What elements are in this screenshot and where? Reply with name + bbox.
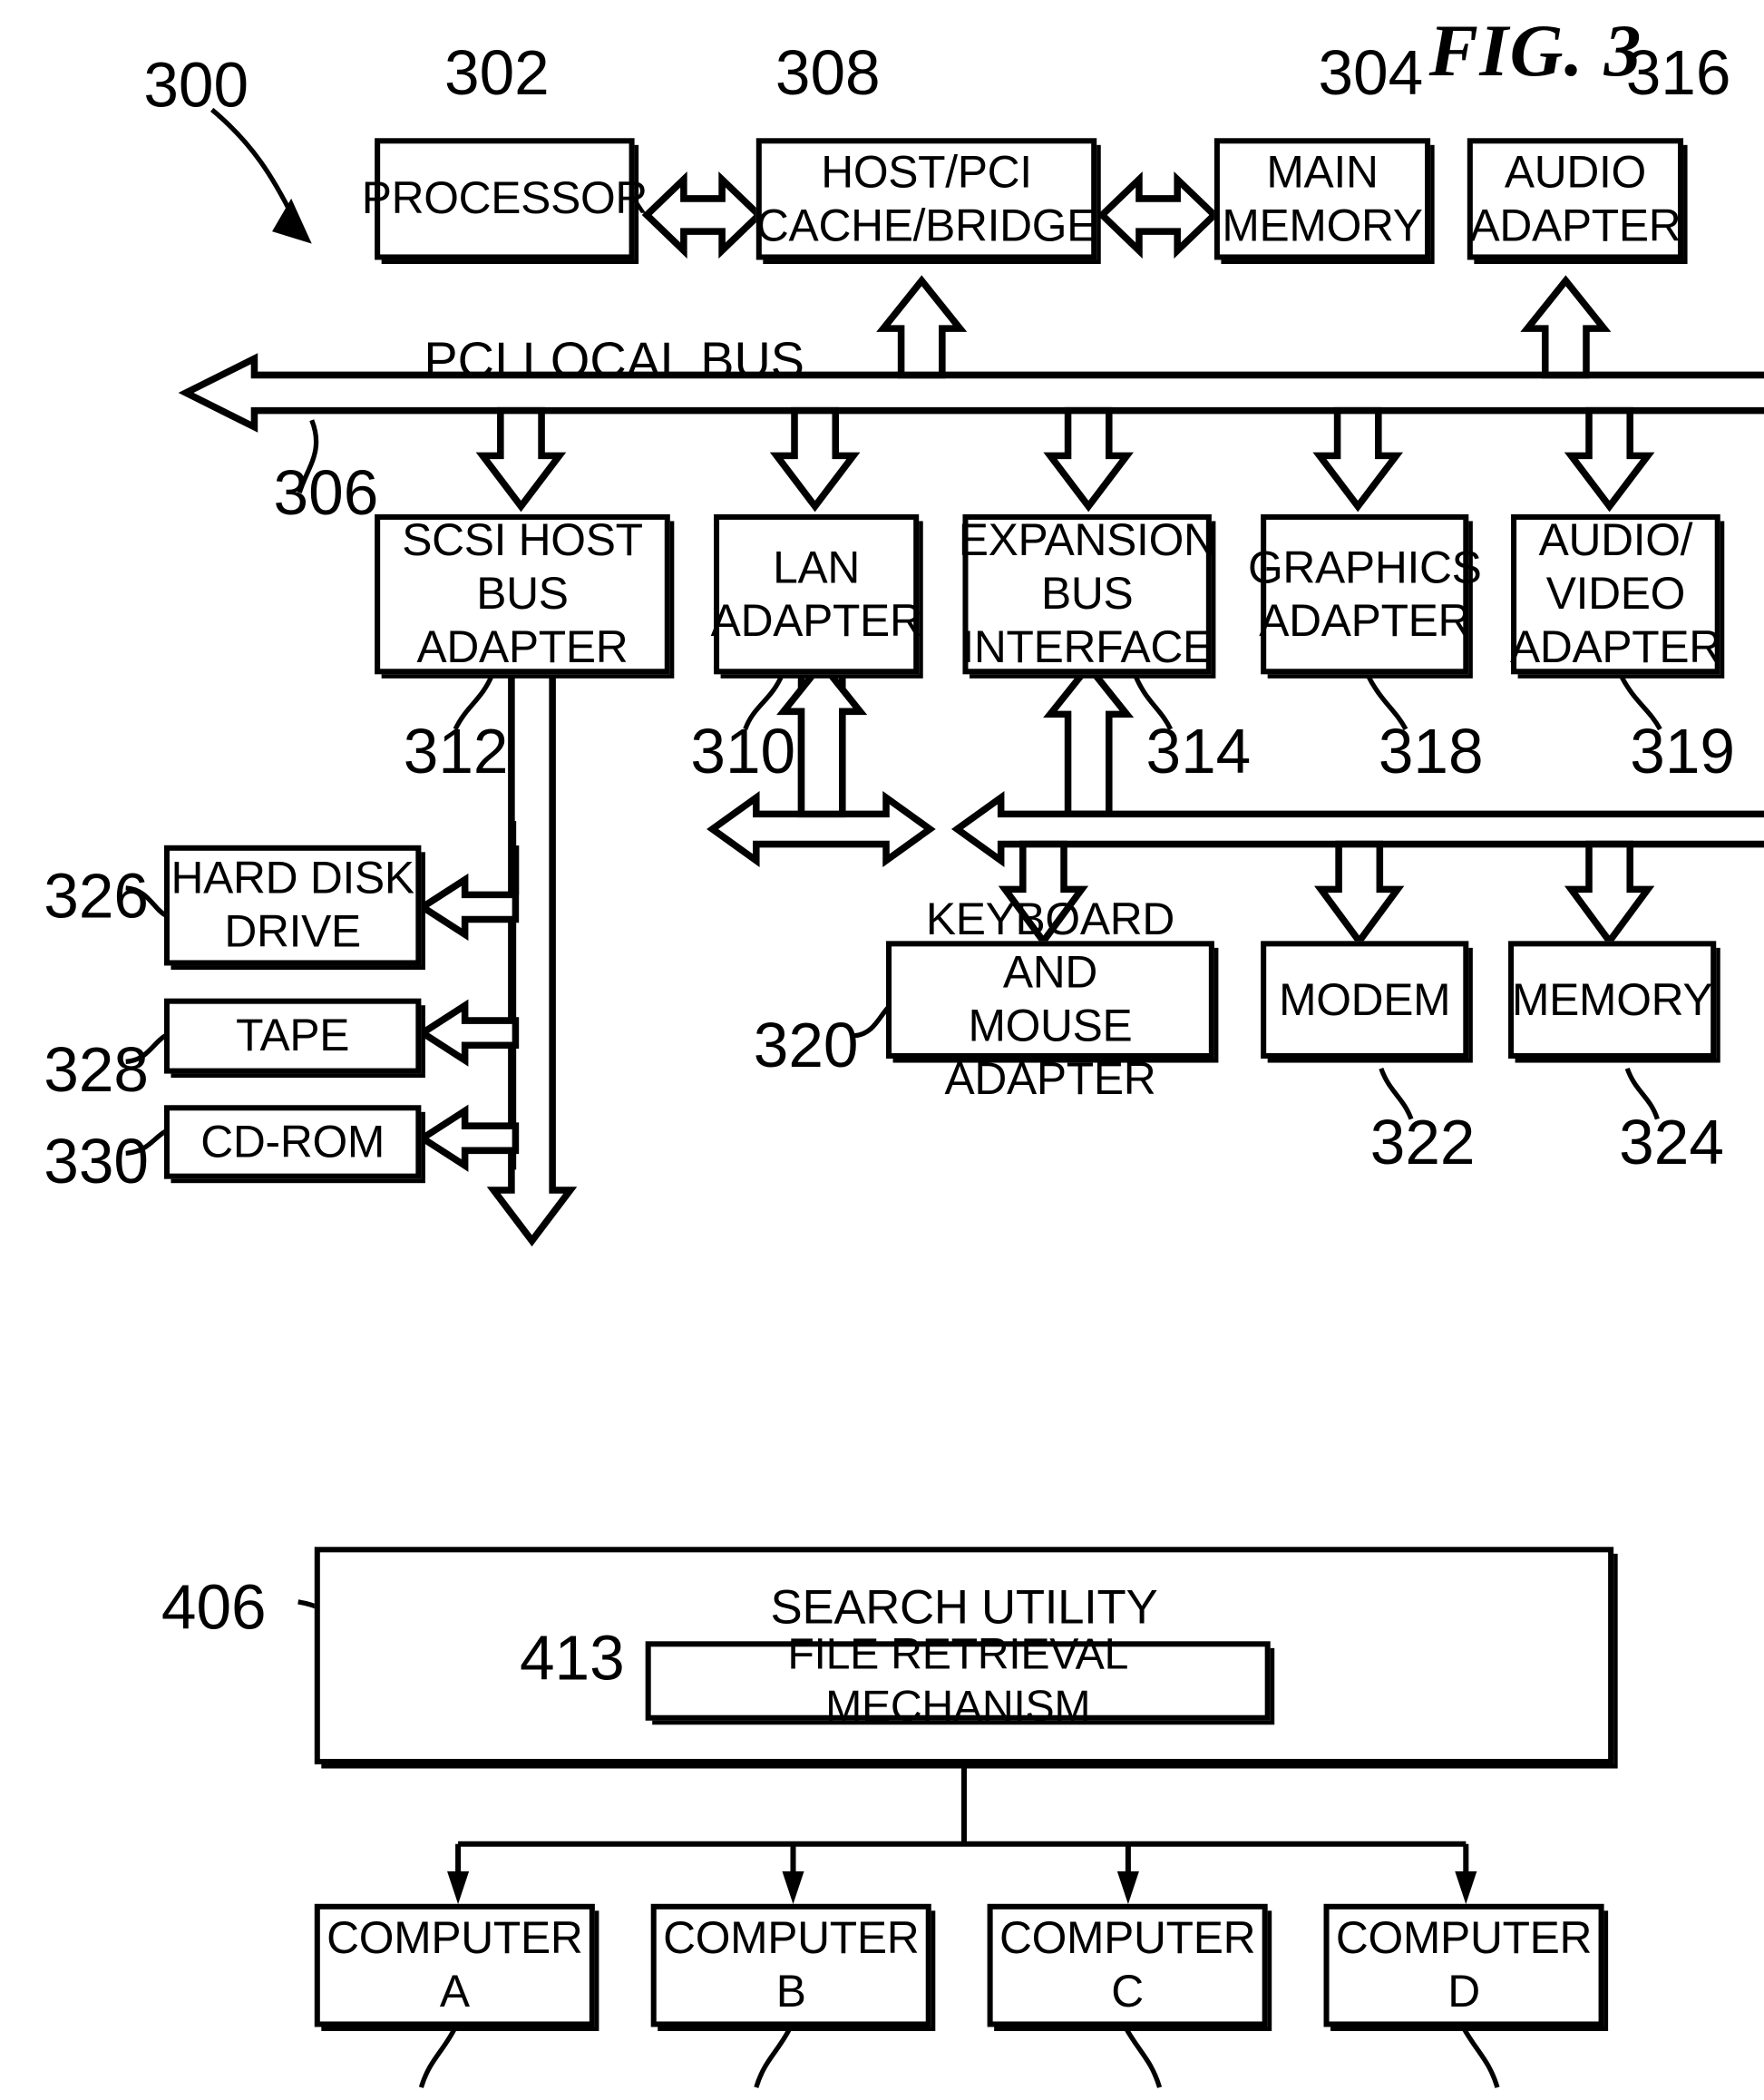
keyboard-and-mouse-adapter-label: KEYBOARD AND MOUSE ADAPTER [925,893,1174,1104]
hard-disk-drive-box[interactable]: HARD DISK DRIVE [163,845,422,966]
main-memory-label: MAIN MEMORY [1222,145,1423,250]
keyboard-and-mouse-adapter-box[interactable]: KEYBOARD AND MOUSE ADAPTER [886,894,1214,1104]
pci-local-bus-ref: 306 [273,456,379,528]
pci-local-bus-label: PCI LOCAL BUS [424,332,804,389]
host-pci-cache-bridge-box[interactable]: HOST/PCI CACHE/BRIDGE [755,138,1097,260]
fig3-system-ref: 300 [143,49,249,121]
computer-a-label: COMPUTER A [326,1911,583,2017]
memory-label: MEMORY [1512,972,1713,1024]
computer-c-label: COMPUTER C [999,1911,1256,2017]
expansion-bus-interface-label: EXPANSION BUS INTERFACE [958,514,1216,672]
audio-video-adapter-ref: 319 [1630,715,1735,786]
computer-d-box[interactable]: COMPUTER D [1323,1903,1604,2027]
expansion-bus-interface-ref: 314 [1145,715,1252,786]
file-retrieval-mechanism-ref: 413 [519,1622,625,1694]
computer-d-label: COMPUTER D [1335,1911,1593,2017]
audio-video-adapter-label: AUDIO/ VIDEO ADAPTER [1509,514,1721,672]
graphics-adapter-box[interactable]: GRAPHICS ADAPTER [1248,513,1482,675]
processor-ref: 302 [444,36,550,109]
lan-adapter-label: LAN ADAPTER [710,541,922,645]
main-memory-ref: 304 [1318,36,1424,109]
audio-adapter-ref: 316 [1625,36,1731,109]
modem-box[interactable]: MODEM [1261,941,1469,1059]
computer-a-box[interactable]: COMPUTER A [314,1903,595,2027]
search-utility-label: SEARCH UTILITY [770,1580,1158,1635]
audio-adapter-box[interactable]: AUDIO ADAPTER [1467,138,1684,260]
computer-b-label: COMPUTER B [663,1911,920,2017]
processor-box[interactable]: PROCESSOR [362,138,648,260]
audio-adapter-label: AUDIO ADAPTER [1469,145,1681,250]
graphics-adapter-ref: 318 [1378,715,1484,786]
computer-d-ref: 412 [1457,2095,1562,2100]
tape-box[interactable]: TAPE [163,998,422,1074]
modem-ref: 322 [1369,1106,1476,1178]
cd-rom-box[interactable]: CD-ROM [163,1105,422,1179]
tape-label: TAPE [236,1009,350,1060]
modem-label: MODEM [1279,972,1451,1024]
computer-b-box[interactable]: COMPUTER B [650,1903,931,2027]
search-utility-ref: 406 [161,1571,267,1643]
file-retrieval-mechanism-label: FILE RETRIEVAL MECHANISM [787,1629,1128,1731]
scsi-host-bus-adapter-label: SCSI HOST BUS ADAPTER [402,514,643,672]
tape-ref: 328 [44,1033,149,1106]
host-pci-ref: 308 [775,36,881,109]
audio-video-adapter-box[interactable]: AUDIO/ VIDEO ADAPTER [1509,513,1721,675]
file-retrieval-mechanism-box[interactable]: FILE RETRIEVAL MECHANISM [645,1629,1271,1730]
computer-c-ref: 410 [1118,2095,1223,2100]
processor-label: PROCESSOR [361,172,648,223]
scsi-host-bus-adapter-box[interactable]: SCSI HOST BUS ADAPTER [375,513,670,675]
computer-c-box[interactable]: COMPUTER C [987,1903,1268,2027]
host-pci-cache-bridge-label: HOST/PCI CACHE/BRIDGE [755,145,1097,250]
fig3-title: FIG. 3 [1428,9,1642,93]
computer-a-ref: 402 [380,2095,485,2100]
hard-disk-drive-label: HARD DISK DRIVE [171,852,415,956]
scsi-host-bus-adapter-ref: 312 [403,715,509,786]
cd-rom-label: CD-ROM [200,1115,385,1167]
hard-disk-drive-ref: 326 [44,860,149,932]
memory-ref: 324 [1619,1106,1724,1178]
cd-rom-ref: 330 [44,1125,149,1197]
expansion-bus-interface-box[interactable]: EXPANSION BUS INTERFACE [959,513,1216,675]
computer-b-ref: 408 [716,2095,821,2100]
patent-figure-sheet: FIG. 3 300 PROCESSOR 302 HOST/PCI CACHE/… [0,0,1764,2100]
main-memory-box[interactable]: MAIN MEMORY [1213,138,1431,260]
lan-adapter-ref: 310 [690,715,796,786]
memory-box[interactable]: MEMORY [1508,941,1717,1059]
graphics-adapter-label: GRAPHICS ADAPTER [1248,541,1482,645]
keyboard-and-mouse-adapter-ref: 320 [753,1009,859,1081]
lan-adapter-box[interactable]: LAN ADAPTER [710,513,922,675]
